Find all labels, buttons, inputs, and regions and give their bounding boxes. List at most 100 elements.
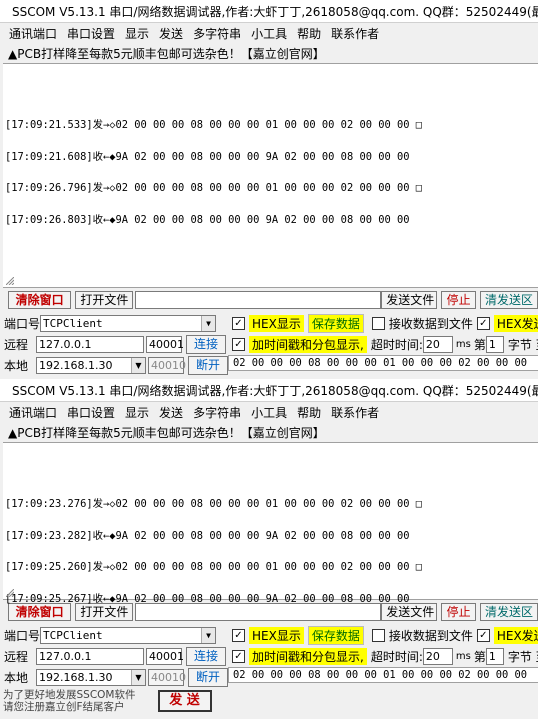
menu-send[interactable]: 发送 bbox=[154, 404, 188, 421]
remote-ip-input[interactable]: 127.0.0.1 bbox=[36, 336, 144, 353]
local-label: 本地 bbox=[4, 671, 29, 685]
display-options: ✓ HEX显示 保存数据 接收数据到文件 ✓ HEX发送 ✓ 加时间戳和分包显示… bbox=[228, 313, 538, 376]
hex-send-checkbox[interactable]: ✓ bbox=[476, 317, 490, 330]
hex-display-checkbox[interactable]: ✓ bbox=[232, 317, 245, 330]
ad-banner[interactable]: ▲PCB打样降至每款5元顺丰包邮可选杂色！【嘉立创官网】 bbox=[0, 422, 538, 442]
remote-ip-input[interactable]: 127.0.0.1 bbox=[36, 648, 144, 665]
remote-label: 远程 bbox=[4, 338, 29, 352]
nth-input[interactable]: 1 bbox=[485, 648, 504, 665]
local-ip-select[interactable]: 192.168.1.30 ▼ bbox=[36, 669, 146, 686]
timeout-unit: ms bbox=[455, 651, 471, 662]
timeout-input[interactable]: 20 bbox=[422, 336, 453, 353]
send-file-button[interactable]: 发送文件 bbox=[381, 291, 438, 309]
menu-tools[interactable]: 小工具 bbox=[246, 25, 292, 42]
menu-comm-port[interactable]: 通讯端口 bbox=[4, 404, 62, 421]
checkmark-icon: ✓ bbox=[234, 629, 243, 641]
menu-help[interactable]: 帮助 bbox=[292, 404, 326, 421]
chevron-down-icon[interactable]: ▼ bbox=[131, 358, 145, 373]
clear-window-button[interactable]: 清除窗口 bbox=[8, 291, 72, 309]
chevron-down-icon[interactable]: ▼ bbox=[201, 628, 215, 643]
menu-contact-author[interactable]: 联系作者 bbox=[326, 404, 384, 421]
menu-contact-author[interactable]: 联系作者 bbox=[326, 25, 384, 42]
open-file-button[interactable]: 打开文件 bbox=[75, 291, 134, 309]
log-line: [17:09:21.533]发→◇02 00 00 00 08 00 00 00… bbox=[5, 119, 423, 131]
sscom-window-2: SSCOM V5.13.1 串口/网络数据调试器,作者:大虾丁丁,2618058… bbox=[0, 379, 538, 719]
log-line: [17:09:25.260]发→◇02 00 00 00 08 00 00 00… bbox=[5, 561, 423, 573]
resize-grip-icon[interactable] bbox=[6, 277, 14, 285]
recv-to-file-checkbox[interactable] bbox=[371, 317, 385, 330]
recv-to-file-label[interactable]: 接收数据到文件 bbox=[389, 627, 473, 644]
settings-panel: 端口号 TCPClient ▼ 远程 127.0.0.1 40001 连接 本地… bbox=[0, 625, 538, 688]
receive-log[interactable]: [17:09:21.533]发→◇02 00 00 00 08 00 00 00… bbox=[3, 63, 538, 288]
port-select[interactable]: TCPClient ▼ bbox=[40, 627, 216, 644]
recv-to-file-label[interactable]: 接收数据到文件 bbox=[389, 315, 473, 332]
file-path-input[interactable] bbox=[135, 291, 382, 309]
settings-panel: 端口号 TCPClient ▼ 远程 127.0.0.1 40001 连接 本地… bbox=[0, 313, 538, 376]
port-label: 端口号 bbox=[4, 317, 41, 331]
chevron-down-icon[interactable]: ▼ bbox=[131, 670, 145, 685]
checkmark-icon: ✓ bbox=[234, 317, 243, 329]
resize-grip-icon[interactable] bbox=[6, 589, 14, 597]
menu-serial-settings[interactable]: 串口设置 bbox=[62, 404, 120, 421]
hex-send-checkbox[interactable]: ✓ bbox=[476, 629, 490, 642]
remote-port-input[interactable]: 40001 bbox=[146, 336, 184, 353]
hex-display-label[interactable]: HEX显示 bbox=[249, 627, 304, 644]
connect-button[interactable]: 连接 bbox=[186, 647, 226, 666]
menu-comm-port[interactable]: 通讯端口 bbox=[4, 25, 62, 42]
menu-help[interactable]: 帮助 bbox=[292, 25, 326, 42]
local-port-input[interactable]: 40010 bbox=[148, 357, 186, 374]
remote-port-input[interactable]: 40001 bbox=[146, 648, 184, 665]
log-line: [17:09:26.803]收←◆9A 02 00 00 08 00 00 00… bbox=[5, 213, 410, 226]
hex-send-label[interactable]: HEX发送 bbox=[493, 315, 538, 332]
recv-to-file-checkbox[interactable] bbox=[371, 629, 385, 642]
chevron-down-icon[interactable]: ▼ bbox=[201, 316, 215, 331]
send-data-input[interactable]: 02 00 00 00 08 00 00 00 01 00 00 00 02 0… bbox=[228, 667, 538, 683]
menu-display[interactable]: 显示 bbox=[120, 25, 154, 42]
menu-tools[interactable]: 小工具 bbox=[246, 404, 292, 421]
byte-label: 字节 至 bbox=[507, 650, 538, 664]
timeout-label: 超时时间: bbox=[370, 650, 423, 664]
receive-log[interactable]: [17:09:23.276]发→◇02 00 00 00 08 00 00 00… bbox=[3, 442, 538, 604]
local-label: 本地 bbox=[4, 359, 29, 373]
local-ip-select[interactable]: 192.168.1.30 ▼ bbox=[36, 357, 146, 374]
stop-button[interactable]: 停止 bbox=[441, 291, 476, 309]
hex-display-label[interactable]: HEX显示 bbox=[249, 315, 304, 332]
connect-button[interactable]: 连接 bbox=[186, 335, 226, 354]
hex-send-label[interactable]: HEX发送 bbox=[493, 627, 538, 644]
save-data-button[interactable]: 保存数据 bbox=[307, 314, 364, 333]
menu-display[interactable]: 显示 bbox=[120, 404, 154, 421]
hex-display-checkbox[interactable]: ✓ bbox=[232, 629, 245, 642]
promo-line: 请您注册嘉立创F结尾客户 bbox=[3, 701, 125, 713]
log-line: [17:09:21.608]收←◆9A 02 00 00 08 00 00 00… bbox=[5, 150, 410, 163]
nth-input[interactable]: 1 bbox=[485, 336, 504, 353]
send-data-input[interactable]: 02 00 00 00 08 00 00 00 01 00 00 00 02 0… bbox=[228, 355, 538, 371]
ad-banner[interactable]: ▲PCB打样降至每款5元顺丰包邮可选杂色！【嘉立创官网】 bbox=[0, 43, 538, 63]
timeout-input[interactable]: 20 bbox=[422, 648, 453, 665]
log-line: [17:09:26.796]发→◇02 00 00 00 08 00 00 00… bbox=[5, 182, 423, 194]
port-select[interactable]: TCPClient ▼ bbox=[40, 315, 216, 332]
byte-label: 字节 至 bbox=[507, 338, 538, 352]
timestamp-label[interactable]: 加时间戳和分包显示, bbox=[249, 648, 367, 665]
local-port-input[interactable]: 40010 bbox=[148, 669, 186, 686]
timestamp-checkbox[interactable]: ✓ bbox=[232, 338, 245, 351]
menu-multi-string[interactable]: 多字符串 bbox=[188, 25, 246, 42]
checkmark-icon: ✓ bbox=[234, 338, 243, 350]
clear-send-button[interactable]: 清发送区 bbox=[479, 291, 538, 309]
menu-bar: 通讯端口 串口设置 显示 发送 多字符串 小工具 帮助 联系作者 bbox=[0, 23, 538, 43]
promo-text[interactable]: 为了更好地发展SSCOM软件 请您注册嘉立创F结尾客户 bbox=[0, 689, 136, 713]
sscom-window-1: SSCOM V5.13.1 串口/网络数据调试器,作者:大虾丁丁,2618058… bbox=[0, 0, 538, 379]
send-button[interactable]: 发 送 bbox=[157, 690, 212, 712]
menu-send[interactable]: 发送 bbox=[154, 25, 188, 42]
display-options: ✓ HEX显示 保存数据 接收数据到文件 ✓ HEX发送 ✓ 加时间戳和分包显示… bbox=[228, 625, 538, 688]
menu-serial-settings[interactable]: 串口设置 bbox=[62, 25, 120, 42]
save-data-button[interactable]: 保存数据 bbox=[307, 626, 364, 645]
promo-line: 为了更好地发展SSCOM软件 bbox=[3, 689, 136, 701]
title-bar: SSCOM V5.13.1 串口/网络数据调试器,作者:大虾丁丁,2618058… bbox=[0, 379, 538, 402]
bottom-bar: 为了更好地发展SSCOM软件 请您注册嘉立创F结尾客户 发 送 bbox=[0, 689, 538, 713]
menu-multi-string[interactable]: 多字符串 bbox=[188, 404, 246, 421]
disconnect-button[interactable]: 断开 bbox=[188, 356, 228, 375]
timestamp-label[interactable]: 加时间戳和分包显示, bbox=[249, 336, 367, 353]
log-toolbar: 清除窗口 打开文件 发送文件 停止 清发送区 bbox=[0, 290, 538, 310]
disconnect-button[interactable]: 断开 bbox=[188, 668, 228, 687]
timestamp-checkbox[interactable]: ✓ bbox=[232, 650, 245, 663]
